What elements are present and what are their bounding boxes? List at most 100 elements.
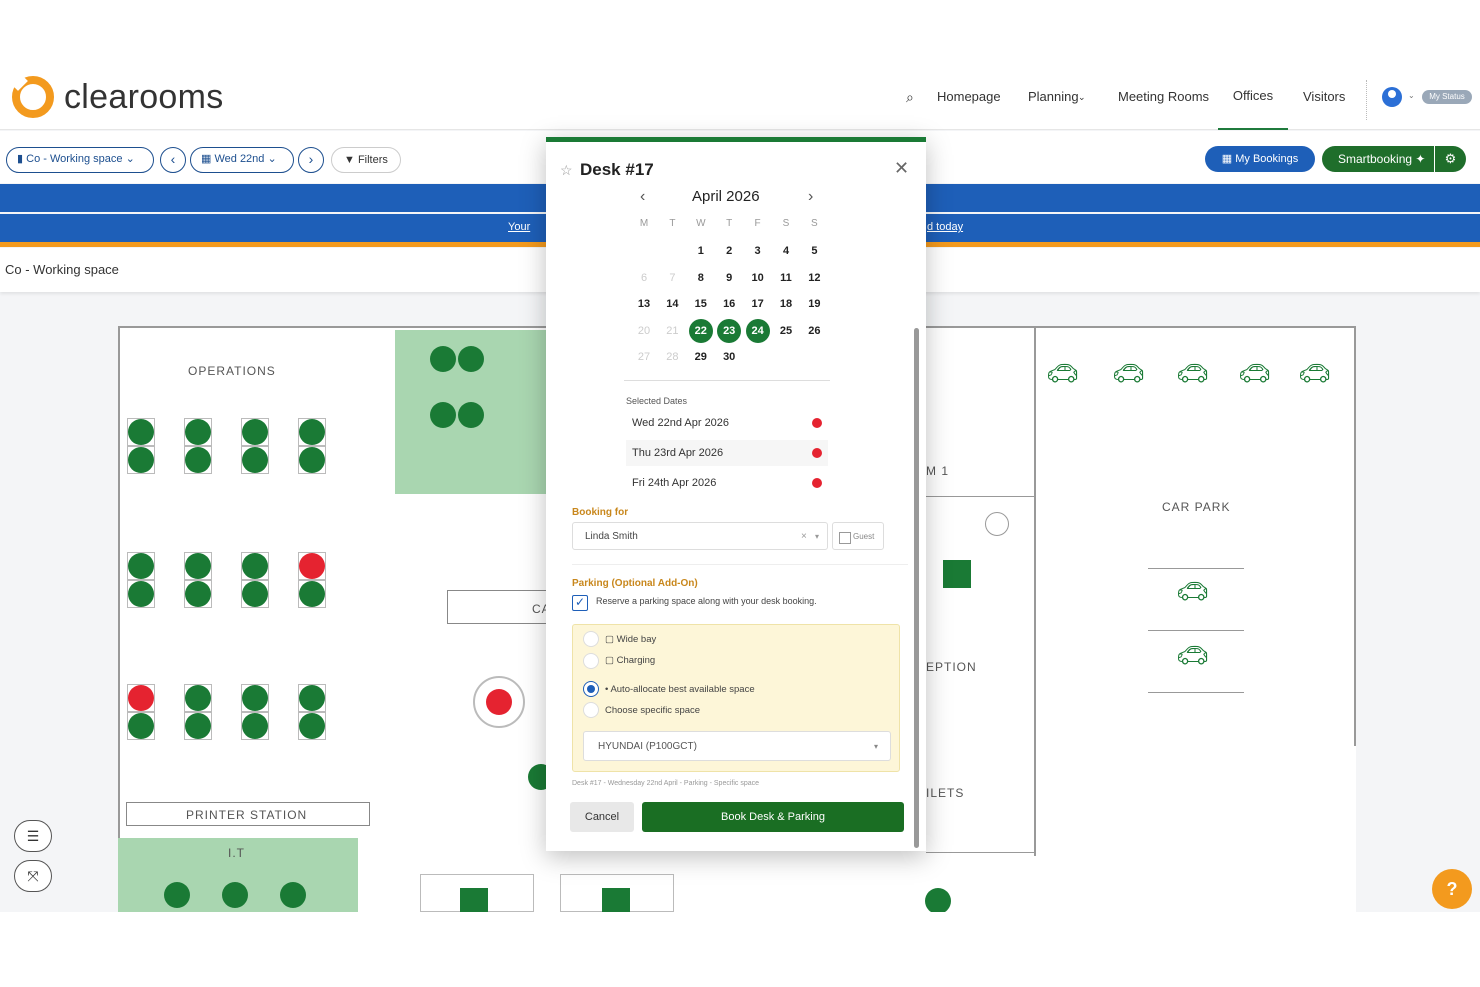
search-icon[interactable]: ⌕ bbox=[906, 74, 914, 130]
calendar-day[interactable]: 25 bbox=[774, 319, 798, 343]
desk-seat-available[interactable] bbox=[185, 685, 211, 711]
car-icon[interactable]: 🚗︎ bbox=[1298, 358, 1331, 389]
nav-homepage[interactable]: Homepage bbox=[937, 74, 1001, 130]
my-bookings-button[interactable]: ▦ My Bookings bbox=[1205, 146, 1315, 172]
calendar-day[interactable]: 14 bbox=[660, 292, 684, 316]
desk-seat-available[interactable] bbox=[242, 713, 268, 739]
car-icon[interactable]: 🚗︎ bbox=[1046, 358, 1079, 389]
smartbooking-button[interactable]: Smartbooking ✦ ⚙ bbox=[1322, 146, 1466, 172]
desk-seat-available[interactable] bbox=[602, 888, 630, 912]
calendar-day-selected[interactable]: 24 bbox=[745, 318, 770, 343]
vehicle-select[interactable]: HYUNDAI (P100GCT) ▾ bbox=[583, 731, 891, 761]
desk-seat-available[interactable] bbox=[299, 685, 325, 711]
calendar-day[interactable]: 26 bbox=[802, 319, 826, 343]
remove-date-icon[interactable] bbox=[812, 448, 822, 458]
desk-seat-available[interactable] bbox=[943, 560, 971, 588]
modal-scrollbar[interactable] bbox=[914, 328, 919, 848]
wide-bay-option[interactable]: ▢ Wide bay bbox=[605, 634, 656, 645]
desk-seat-available[interactable] bbox=[242, 685, 268, 711]
next-date-button[interactable]: › bbox=[298, 147, 324, 173]
banner-link-left[interactable]: Your bbox=[508, 221, 530, 233]
clear-icon[interactable]: × bbox=[801, 523, 807, 551]
desk-seat-available[interactable] bbox=[458, 402, 484, 428]
reserve-parking-checkbox[interactable]: ✓ bbox=[572, 595, 588, 611]
calendar-day[interactable]: 9 bbox=[717, 266, 741, 290]
desk-seat-available[interactable] bbox=[185, 419, 211, 445]
fit-view-button[interactable]: ⤧ bbox=[14, 860, 52, 892]
clearooms-logo[interactable]: clearooms bbox=[12, 76, 224, 118]
car-icon[interactable]: 🚗︎ bbox=[1176, 640, 1209, 671]
desk-seat-available[interactable] bbox=[242, 447, 268, 473]
date-select[interactable]: ▦ Wed 22nd ⌄ bbox=[190, 147, 294, 173]
calendar-day[interactable]: 17 bbox=[746, 292, 770, 316]
charging-option[interactable]: ▢ Charging bbox=[605, 655, 655, 666]
desk-seat-available[interactable] bbox=[128, 581, 154, 607]
list-view-button[interactable]: ☰ bbox=[14, 820, 52, 852]
remove-date-icon[interactable] bbox=[812, 418, 822, 428]
desk-seat-booked[interactable] bbox=[128, 685, 154, 711]
desk-seat-available[interactable] bbox=[242, 419, 268, 445]
gear-icon[interactable]: ⚙ bbox=[1434, 146, 1466, 172]
calendar-day[interactable]: 30 bbox=[717, 345, 741, 369]
book-desk-parking-button[interactable]: Book Desk & Parking bbox=[642, 802, 904, 832]
calendar-day-selected[interactable]: 23 bbox=[717, 318, 742, 343]
calendar-day[interactable]: 19 bbox=[802, 292, 826, 316]
booking-for-select[interactable]: Linda Smith × ▾ bbox=[572, 522, 828, 550]
desk-seat-available[interactable] bbox=[222, 882, 248, 908]
desk-seat-available[interactable] bbox=[128, 419, 154, 445]
star-icon[interactable]: ☆ bbox=[560, 162, 573, 179]
desk-seat-available[interactable] bbox=[128, 713, 154, 739]
desk-seat-available[interactable] bbox=[299, 713, 325, 739]
desk-seat-available[interactable] bbox=[280, 882, 306, 908]
calendar-day-selected[interactable]: 22 bbox=[688, 318, 713, 343]
prev-month-button[interactable]: ‹ bbox=[640, 188, 645, 206]
auto-allocate-radio[interactable] bbox=[583, 681, 599, 697]
desk-seat-available[interactable] bbox=[128, 553, 154, 579]
calendar-day[interactable]: 12 bbox=[802, 266, 826, 290]
calendar-day[interactable]: 11 bbox=[774, 266, 798, 290]
user-avatar-icon[interactable] bbox=[1382, 87, 1402, 107]
desk-seat-available[interactable] bbox=[185, 553, 211, 579]
nav-planning[interactable]: Planning bbox=[1028, 74, 1079, 130]
calendar-day[interactable]: 4 bbox=[774, 239, 798, 263]
specific-space-radio[interactable] bbox=[583, 702, 599, 718]
nav-offices[interactable]: Offices bbox=[1218, 74, 1288, 130]
calendar-day[interactable]: 29 bbox=[689, 345, 713, 369]
cancel-button[interactable]: Cancel bbox=[570, 802, 634, 832]
calendar-day[interactable]: 5 bbox=[802, 239, 826, 263]
desk-seat-available[interactable] bbox=[185, 447, 211, 473]
desk-seat-available[interactable] bbox=[430, 402, 456, 428]
desk-seat-available[interactable] bbox=[185, 581, 211, 607]
remove-date-icon[interactable] bbox=[812, 478, 822, 488]
desk-seat-available[interactable] bbox=[242, 581, 268, 607]
calendar-day[interactable]: 15 bbox=[689, 292, 713, 316]
calendar-day[interactable]: 10 bbox=[746, 266, 770, 290]
calendar-day[interactable]: 3 bbox=[746, 239, 770, 263]
car-icon[interactable]: 🚗︎ bbox=[1176, 576, 1209, 607]
charging-radio[interactable] bbox=[583, 653, 599, 669]
calendar-day[interactable]: 18 bbox=[774, 292, 798, 316]
desk-seat-available[interactable] bbox=[128, 447, 154, 473]
my-status-badge[interactable]: My Status bbox=[1422, 90, 1472, 104]
next-month-button[interactable]: › bbox=[808, 188, 813, 206]
desk-seat-booked[interactable] bbox=[299, 553, 325, 579]
desk-seat-available[interactable] bbox=[242, 553, 268, 579]
desk-seat-available[interactable] bbox=[299, 447, 325, 473]
desk-seat-available[interactable] bbox=[164, 882, 190, 908]
calendar-day[interactable]: 13 bbox=[632, 292, 656, 316]
wide-bay-radio[interactable] bbox=[583, 631, 599, 647]
calendar-day[interactable]: 8 bbox=[689, 266, 713, 290]
car-icon[interactable]: 🚗︎ bbox=[1238, 358, 1271, 389]
desk-seat-booked[interactable] bbox=[486, 689, 512, 715]
desk-seat-available[interactable] bbox=[430, 346, 456, 372]
banner-link-right[interactable]: d today bbox=[927, 221, 963, 233]
filters-button[interactable]: ▼ Filters bbox=[331, 147, 401, 173]
calendar-day[interactable]: 2 bbox=[717, 239, 741, 263]
nav-meeting-rooms[interactable]: Meeting Rooms bbox=[1118, 74, 1209, 130]
desk-seat-available[interactable] bbox=[458, 346, 484, 372]
desk-seat-available[interactable] bbox=[185, 713, 211, 739]
desk-seat-available[interactable] bbox=[299, 581, 325, 607]
nav-visitors[interactable]: Visitors bbox=[1303, 74, 1345, 130]
car-icon[interactable]: 🚗︎ bbox=[1176, 358, 1209, 389]
help-button[interactable]: ? bbox=[1432, 869, 1472, 909]
